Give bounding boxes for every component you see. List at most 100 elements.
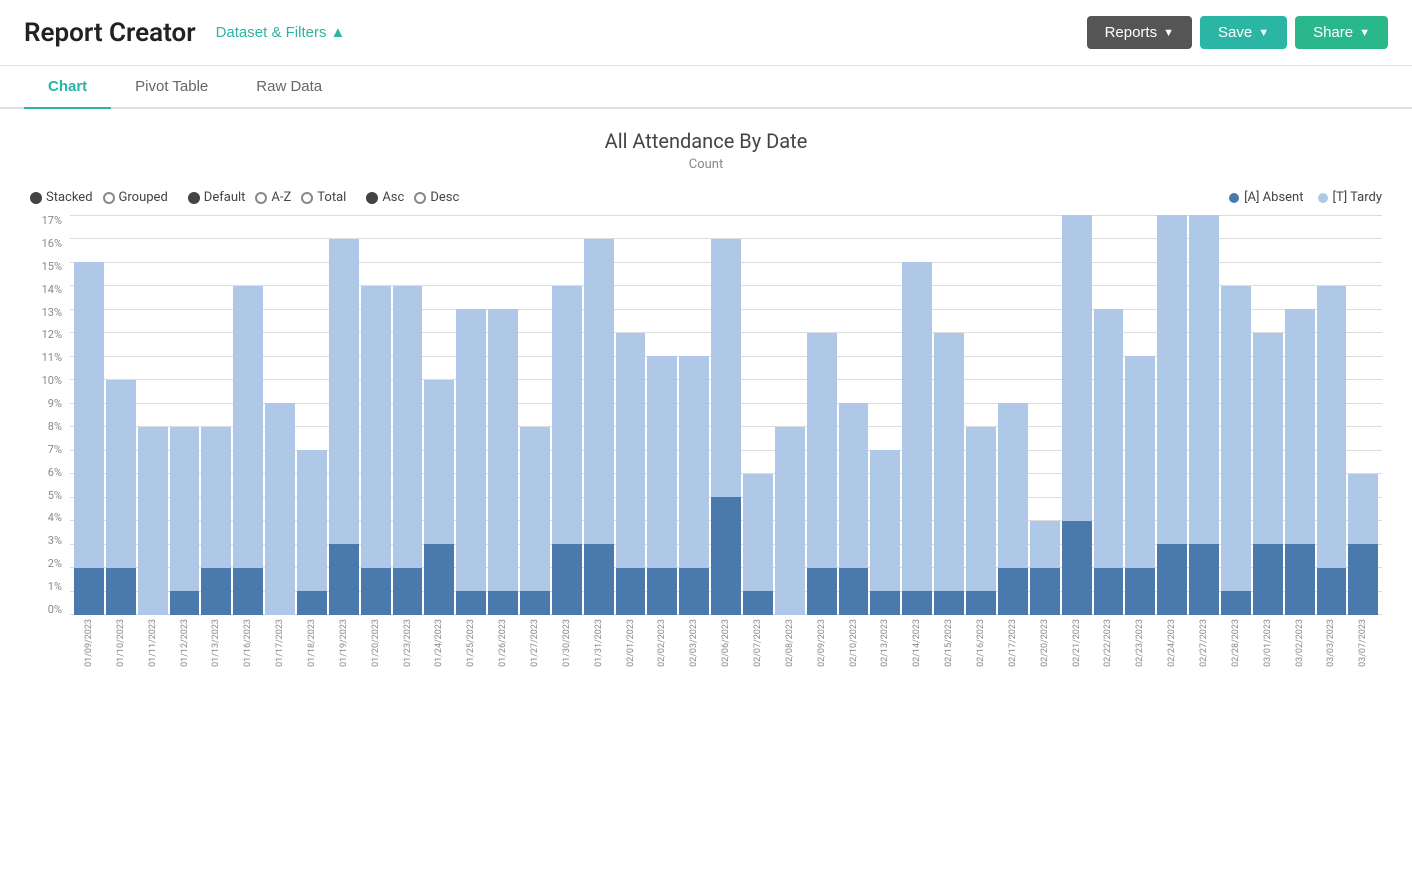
bar-absent[interactable] bbox=[74, 568, 104, 615]
bar-tardy[interactable] bbox=[775, 427, 805, 615]
bar-tardy[interactable] bbox=[1062, 215, 1092, 521]
bar-tardy[interactable] bbox=[584, 239, 614, 545]
save-button[interactable]: Save ▼ bbox=[1200, 16, 1287, 49]
bar-tardy[interactable] bbox=[424, 380, 454, 545]
bar-tardy[interactable] bbox=[329, 239, 359, 545]
tab-bar: Chart Pivot Table Raw Data bbox=[0, 66, 1412, 109]
bar-tardy[interactable] bbox=[1157, 215, 1187, 544]
tab-pivot-table[interactable]: Pivot Table bbox=[111, 66, 232, 109]
bar-absent[interactable] bbox=[488, 591, 518, 615]
bar-absent[interactable] bbox=[1125, 568, 1155, 615]
bar-absent[interactable] bbox=[1253, 544, 1283, 615]
tab-chart[interactable]: Chart bbox=[24, 66, 111, 109]
bar-absent[interactable] bbox=[1030, 568, 1060, 615]
bar-tardy[interactable] bbox=[170, 427, 200, 592]
bar-tardy[interactable] bbox=[201, 427, 231, 568]
bar-tardy[interactable] bbox=[966, 427, 996, 592]
bar-absent[interactable] bbox=[1221, 591, 1251, 615]
bar-tardy[interactable] bbox=[647, 356, 677, 568]
grouped-radio[interactable]: Grouped bbox=[103, 190, 168, 205]
bar-absent[interactable] bbox=[1285, 544, 1315, 615]
y-axis-label: 12% bbox=[30, 329, 62, 340]
bar-tardy[interactable] bbox=[106, 380, 136, 568]
bar-tardy[interactable] bbox=[552, 286, 582, 545]
bar-tardy[interactable] bbox=[1189, 215, 1219, 544]
bar-absent[interactable] bbox=[456, 591, 486, 615]
bar-absent[interactable] bbox=[1062, 521, 1092, 615]
bar-absent[interactable] bbox=[679, 568, 709, 615]
bar-absent[interactable] bbox=[807, 568, 837, 615]
bar-tardy[interactable] bbox=[1221, 286, 1251, 592]
bar-tardy[interactable] bbox=[456, 309, 486, 591]
bar-stack bbox=[902, 262, 932, 615]
bar-tardy[interactable] bbox=[1285, 309, 1315, 544]
bar-tardy[interactable] bbox=[138, 427, 168, 615]
bar-absent[interactable] bbox=[1317, 568, 1347, 615]
az-radio[interactable]: A-Z bbox=[255, 190, 291, 205]
bar-tardy[interactable] bbox=[934, 333, 964, 592]
bar-stack bbox=[520, 427, 550, 615]
bar-tardy[interactable] bbox=[807, 333, 837, 568]
bar-absent[interactable] bbox=[1157, 544, 1187, 615]
bar-absent[interactable] bbox=[998, 568, 1028, 615]
total-radio[interactable]: Total bbox=[301, 190, 346, 205]
bar-tardy[interactable] bbox=[998, 403, 1028, 568]
stacked-radio[interactable]: Stacked bbox=[30, 190, 93, 205]
dataset-filters-button[interactable]: Dataset & Filters ▲ bbox=[216, 24, 346, 41]
bar-tardy[interactable] bbox=[1030, 521, 1060, 568]
bar-tardy[interactable] bbox=[839, 403, 869, 568]
bar-tardy[interactable] bbox=[488, 309, 518, 591]
bar-absent[interactable] bbox=[743, 591, 773, 615]
bar-tardy[interactable] bbox=[393, 286, 423, 568]
bar-tardy[interactable] bbox=[1125, 356, 1155, 568]
bar-tardy[interactable] bbox=[297, 450, 327, 591]
bar-tardy[interactable] bbox=[870, 450, 900, 591]
bar-tardy[interactable] bbox=[743, 474, 773, 592]
tab-raw-data[interactable]: Raw Data bbox=[232, 66, 346, 109]
bar-tardy[interactable] bbox=[1094, 309, 1124, 568]
bar-absent[interactable] bbox=[393, 568, 423, 615]
bar-tardy[interactable] bbox=[74, 262, 104, 568]
bar-absent[interactable] bbox=[711, 497, 741, 615]
asc-radio[interactable]: Asc bbox=[366, 190, 404, 205]
bar-absent[interactable] bbox=[584, 544, 614, 615]
bar-absent[interactable] bbox=[1348, 544, 1378, 615]
bar-absent[interactable] bbox=[233, 568, 263, 615]
bar-tardy[interactable] bbox=[233, 286, 263, 568]
bar-tardy[interactable] bbox=[616, 333, 646, 568]
bar-tardy[interactable] bbox=[1253, 333, 1283, 545]
bar-tardy[interactable] bbox=[902, 262, 932, 591]
bar-absent[interactable] bbox=[966, 591, 996, 615]
bar-absent[interactable] bbox=[839, 568, 869, 615]
bar-absent[interactable] bbox=[361, 568, 391, 615]
bar-absent[interactable] bbox=[297, 591, 327, 615]
bar-tardy[interactable] bbox=[679, 356, 709, 568]
bar-absent[interactable] bbox=[1094, 568, 1124, 615]
bar-absent[interactable] bbox=[1189, 544, 1219, 615]
bar-absent[interactable] bbox=[170, 591, 200, 615]
bar-absent[interactable] bbox=[934, 591, 964, 615]
bar-tardy[interactable] bbox=[711, 239, 741, 498]
bar-absent[interactable] bbox=[520, 591, 550, 615]
bar-absent[interactable] bbox=[647, 568, 677, 615]
share-button[interactable]: Share ▼ bbox=[1295, 16, 1388, 49]
bar-absent[interactable] bbox=[106, 568, 136, 615]
sortby-control-group: Default A-Z Total bbox=[188, 190, 347, 205]
bar-tardy[interactable] bbox=[361, 286, 391, 568]
reports-button[interactable]: Reports ▼ bbox=[1087, 16, 1192, 49]
bar-absent[interactable] bbox=[902, 591, 932, 615]
bar-absent[interactable] bbox=[329, 544, 359, 615]
bar-absent[interactable] bbox=[870, 591, 900, 615]
bar-absent[interactable] bbox=[616, 568, 646, 615]
bar-absent[interactable] bbox=[424, 544, 454, 615]
bar-tardy[interactable] bbox=[265, 403, 295, 615]
default-radio[interactable]: Default bbox=[188, 190, 246, 205]
bar-absent[interactable] bbox=[201, 568, 231, 615]
bar-group bbox=[807, 215, 837, 615]
bar-group bbox=[616, 215, 646, 615]
bar-absent[interactable] bbox=[552, 544, 582, 615]
bar-tardy[interactable] bbox=[520, 427, 550, 592]
bar-tardy[interactable] bbox=[1348, 474, 1378, 545]
bar-tardy[interactable] bbox=[1317, 286, 1347, 568]
desc-radio[interactable]: Desc bbox=[414, 190, 459, 205]
